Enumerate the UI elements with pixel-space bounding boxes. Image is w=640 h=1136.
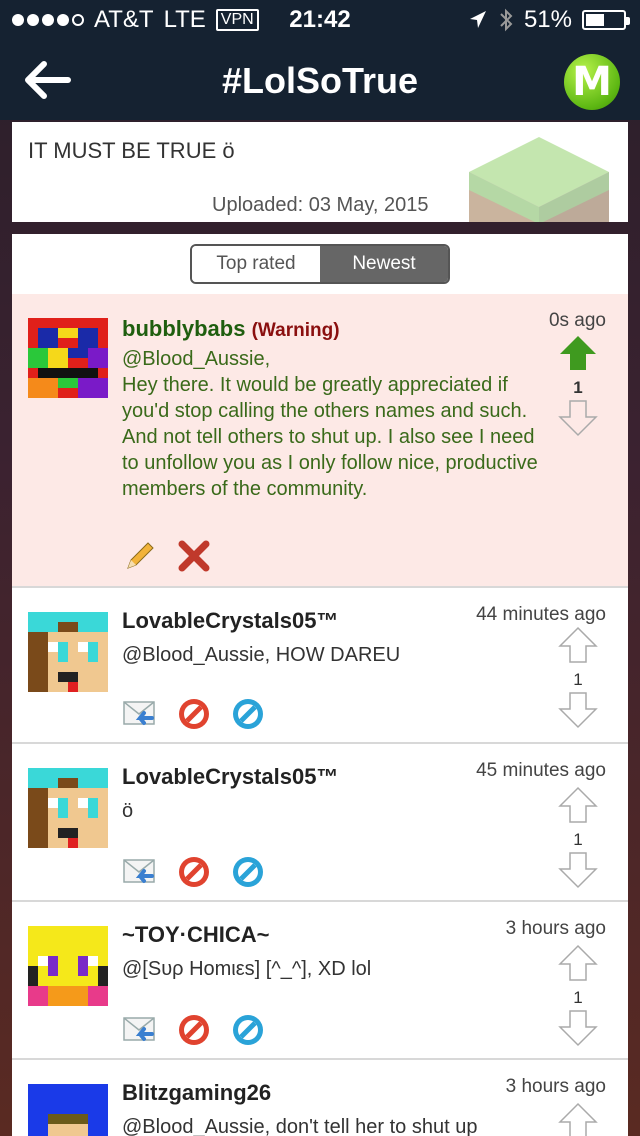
comment-time: 0s ago (548, 310, 606, 331)
comment-time: 45 minutes ago (476, 760, 606, 781)
warning-badge: (Warning) (251, 320, 340, 341)
status-bar: AT&T LTE VPN 21:42 51% (0, 0, 640, 40)
delete-x-icon[interactable] (176, 538, 212, 574)
upload-date: Uploaded: 03 May, 2015 (212, 194, 429, 216)
vote-count: 1 (573, 378, 583, 397)
post-card: IT MUST BE TRUE ö Uploaded: 03 May, 2015 (12, 122, 628, 222)
upvote-icon[interactable] (558, 626, 598, 664)
downvote-icon[interactable] (558, 1009, 598, 1047)
comment-text: ö (122, 800, 134, 822)
sort-segmented-control: Top rated Newest (190, 244, 450, 284)
reply-mail-icon[interactable] (122, 696, 158, 732)
page-title: #LolSoTrue (221, 60, 419, 101)
block-user-red-icon[interactable] (176, 854, 212, 890)
comment-username[interactable]: LovableCrystals05™ (122, 764, 338, 790)
vote-count: 1 (573, 670, 583, 689)
downvote-icon[interactable] (558, 851, 598, 889)
avatar[interactable] (28, 926, 108, 1006)
battery-percent: 51% (523, 6, 572, 33)
avatar[interactable] (28, 1084, 108, 1136)
comment-time: 3 hours ago (505, 918, 606, 939)
upvote-active-icon[interactable] (558, 334, 598, 372)
bluetooth-icon (500, 8, 513, 32)
comment-time: 3 hours ago (505, 1076, 606, 1097)
battery-icon (582, 10, 630, 30)
comment-text: @Blood_Aussie, HOW DAREU (122, 644, 401, 666)
comments-panel: Top rated Newest bubblybabs (Warning) 0s… (12, 234, 628, 1136)
comment-username[interactable]: Blitzgaming26 (122, 1080, 271, 1106)
upvote-icon[interactable] (558, 786, 598, 824)
reply-mail-icon[interactable] (122, 1012, 158, 1048)
nav-bar: #LolSoTrue M (0, 40, 640, 120)
vote-count: 1 (573, 830, 583, 849)
post-text: IT MUST BE TRUE ö (28, 138, 235, 163)
tab-top-rated[interactable]: Top rated (192, 246, 320, 282)
comment-text: @Blood_Aussie, don't tell her to shut up (122, 1116, 478, 1136)
comment-item: ~TOY·CHICA~ 3 hours ago @[Sυρ Homιεs] [^… (12, 902, 628, 1060)
block-user-blue-icon[interactable] (230, 1012, 266, 1048)
vote-count: 1 (573, 988, 583, 1007)
block-user-blue-icon[interactable] (230, 854, 266, 890)
tab-newest[interactable]: Newest (320, 246, 448, 282)
avatar[interactable] (28, 768, 108, 848)
upvote-icon[interactable] (558, 1102, 598, 1136)
block-user-blue-icon[interactable] (230, 696, 266, 732)
block-user-red-icon[interactable] (176, 1012, 212, 1048)
comment-text: @Blood_Aussie, Hey there. It would be gr… (122, 348, 538, 500)
avatar[interactable] (28, 318, 108, 398)
block-user-red-icon[interactable] (176, 696, 212, 732)
comment-item: bubblybabs (Warning) 0s ago @Blood_Aussi… (12, 294, 628, 588)
comment-text: @[Sυρ Homιεs] [^_^], XD lol (122, 958, 372, 980)
reply-mail-icon[interactable] (122, 854, 158, 890)
app-logo-icon[interactable]: M (564, 54, 620, 110)
downvote-icon[interactable] (558, 399, 598, 437)
comment-username[interactable]: ~TOY·CHICA~ (122, 922, 270, 948)
comment-username[interactable]: bubblybabs (Warning) (122, 316, 340, 342)
edit-pencil-icon[interactable] (122, 538, 158, 574)
upvote-icon[interactable] (558, 944, 598, 982)
comment-item: LovableCrystals05™ 44 minutes ago @Blood… (12, 588, 628, 744)
location-arrow-icon (469, 11, 486, 28)
avatar[interactable] (28, 612, 108, 692)
comment-time: 44 minutes ago (476, 604, 606, 625)
comment-username[interactable]: LovableCrystals05™ (122, 608, 338, 634)
comment-item: LovableCrystals05™ 45 minutes ago ö 1 (12, 744, 628, 902)
downvote-icon[interactable] (558, 691, 598, 729)
grass-block-image (469, 137, 609, 222)
comment-item: Blitzgaming26 3 hours ago @Blood_Aussie,… (12, 1060, 628, 1136)
